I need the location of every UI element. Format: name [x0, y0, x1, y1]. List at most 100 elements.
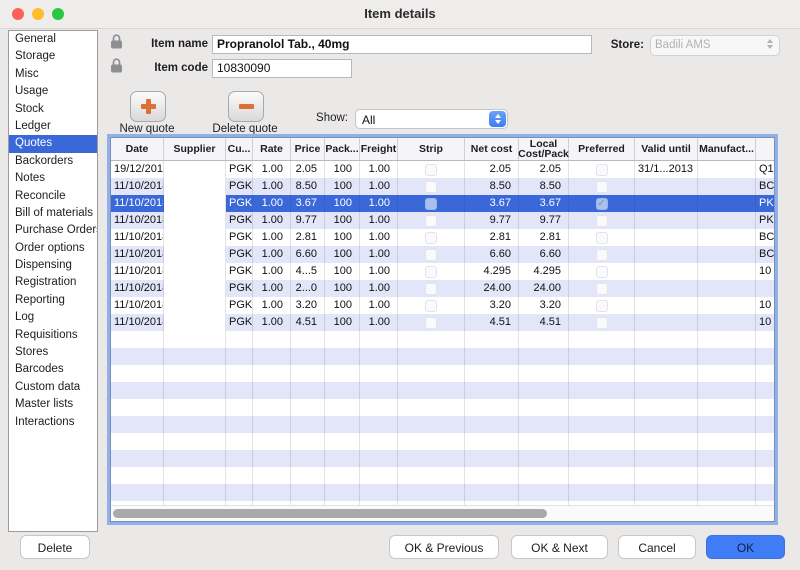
preferred-checkbox[interactable] [596, 215, 608, 227]
sidebar-item-notes[interactable]: Notes [9, 170, 97, 187]
new-quote-button[interactable] [130, 91, 166, 122]
column-header-overflow[interactable] [756, 138, 775, 160]
cell-net_cost: 8.50 [465, 178, 519, 195]
delete-button[interactable]: Delete [20, 535, 90, 559]
cell-currency [226, 382, 253, 399]
sidebar-item-general[interactable]: General [9, 31, 97, 48]
strip-checkbox[interactable] [425, 283, 437, 295]
preferred-checkbox[interactable] [596, 232, 608, 244]
cell-local_cost [519, 365, 569, 382]
delete-quote-button[interactable] [228, 91, 264, 122]
sidebar-item-barcodes[interactable]: Barcodes [9, 361, 97, 378]
cell-overflow: 10 [756, 297, 775, 314]
horizontal-scrollbar-thumb[interactable] [113, 509, 547, 518]
sidebar-item-interactions[interactable]: Interactions [9, 414, 97, 431]
store-select[interactable]: Badili AMS [650, 35, 780, 56]
preferred-checkbox[interactable] [596, 249, 608, 261]
sidebar-item-log[interactable]: Log [9, 309, 97, 326]
quote-row[interactable]: 11/10/2018PGK1.003.201001.003.203.2010 [111, 297, 775, 314]
strip-checkbox[interactable] [425, 164, 437, 176]
column-header-supplier[interactable]: Supplier [164, 138, 226, 160]
sidebar-item-misc[interactable]: Misc [9, 66, 97, 83]
preferred-checkbox[interactable] [596, 266, 608, 278]
item-code-input[interactable]: 10830090 [212, 59, 352, 78]
cell-freight [360, 450, 398, 467]
column-header-pack-[interactable]: Pack... [325, 138, 360, 160]
column-header-strip[interactable]: Strip [398, 138, 465, 160]
column-header-freight[interactable]: Freight [360, 138, 398, 160]
quote-row[interactable]: 11/10/2018PGK1.006.601001.006.606.60BC [111, 246, 775, 263]
preferred-checkbox[interactable] [596, 283, 608, 295]
cell-local_cost [519, 450, 569, 467]
quote-row[interactable]: 11/10/2018PGK1.003.671001.003.673.67✓PK [111, 195, 775, 212]
strip-checkbox[interactable] [425, 215, 437, 227]
column-header-cu-[interactable]: Cu... [226, 138, 253, 160]
preferred-checkbox[interactable] [596, 300, 608, 312]
column-header-local-cost-pack[interactable]: Local Cost/Pack [519, 138, 569, 160]
quote-row[interactable]: 11/10/2018PGK1.008.501001.008.508.50BC [111, 178, 775, 195]
strip-checkbox[interactable] [425, 300, 437, 312]
quote-row[interactable]: 19/12/2013PGK1.002.051001.002.052.0531/1… [111, 161, 775, 178]
sidebar-item-registration[interactable]: Registration [9, 274, 97, 291]
sidebar-item-quotes[interactable]: Quotes [9, 135, 97, 152]
show-dropdown[interactable]: All [355, 109, 508, 129]
horizontal-scrollbar-track[interactable] [111, 505, 774, 521]
strip-checkbox[interactable] [425, 198, 437, 210]
preferred-checkbox[interactable] [596, 317, 608, 329]
column-header-price[interactable]: Price [291, 138, 325, 160]
column-header-date[interactable]: Date [111, 138, 164, 160]
sidebar-item-ledger[interactable]: Ledger [9, 118, 97, 135]
cancel-button[interactable]: Cancel [618, 535, 696, 559]
empty-row [111, 348, 775, 365]
cell-pack: 100 [325, 263, 360, 280]
ok-button[interactable]: OK [706, 535, 785, 559]
sidebar-item-stores[interactable]: Stores [9, 344, 97, 361]
item-name-input[interactable]: Propranolol Tab., 40mg [212, 35, 592, 54]
sidebar-item-reconcile[interactable]: Reconcile [9, 188, 97, 205]
cell-overflow: PK [756, 212, 775, 229]
quote-row[interactable]: 11/10/2018PGK1.002...01001.0024.0024.00 [111, 280, 775, 297]
strip-checkbox[interactable] [425, 181, 437, 193]
sidebar-item-backorders[interactable]: Backorders [9, 153, 97, 170]
sidebar-item-storage[interactable]: Storage [9, 48, 97, 65]
ok-next-button[interactable]: OK & Next [511, 535, 608, 559]
sidebar-item-custom-data[interactable]: Custom data [9, 379, 97, 396]
sidebar-item-reporting[interactable]: Reporting [9, 292, 97, 309]
column-header-manufact-[interactable]: Manufact... [698, 138, 756, 160]
cell-currency: PGK [226, 178, 253, 195]
column-header-valid-until[interactable]: Valid until [635, 138, 698, 160]
preferred-checkbox[interactable]: ✓ [596, 198, 608, 210]
strip-checkbox[interactable] [425, 266, 437, 278]
cell-date [111, 467, 164, 484]
cell-freight [360, 365, 398, 382]
cell-valid_until [635, 280, 698, 297]
empty-row [111, 416, 775, 433]
column-header-preferred[interactable]: Preferred [569, 138, 635, 160]
quote-row[interactable]: 11/10/2018PGK1.004...51001.004.2954.2951… [111, 263, 775, 280]
strip-checkbox[interactable] [425, 317, 437, 329]
cell-date: 19/12/2013 [111, 161, 164, 178]
sidebar-item-master-lists[interactable]: Master lists [9, 396, 97, 413]
column-header-rate[interactable]: Rate [253, 138, 291, 160]
column-header-net-cost[interactable]: Net cost [465, 138, 519, 160]
preferred-checkbox[interactable] [596, 164, 608, 176]
preferred-checkbox[interactable] [596, 181, 608, 193]
strip-checkbox[interactable] [425, 249, 437, 261]
sidebar-item-dispensing[interactable]: Dispensing [9, 257, 97, 274]
cell-freight: 1.00 [360, 195, 398, 212]
sidebar-item-usage[interactable]: Usage [9, 83, 97, 100]
quote-row[interactable]: 11/10/2018PGK1.009.771001.009.779.77PK [111, 212, 775, 229]
sidebar-item-requisitions[interactable]: Requisitions [9, 327, 97, 344]
cell-currency [226, 433, 253, 450]
cell-local_cost: 8.50 [519, 178, 569, 195]
sidebar-item-bill-of-materials[interactable]: Bill of materials [9, 205, 97, 222]
cell-local_cost: 2.81 [519, 229, 569, 246]
sidebar-item-order-options[interactable]: Order options [9, 240, 97, 257]
quote-row[interactable]: 11/10/2018PGK1.002.811001.002.812.81BC [111, 229, 775, 246]
cell-preferred [569, 161, 635, 178]
sidebar-item-stock[interactable]: Stock [9, 101, 97, 118]
quote-row[interactable]: 11/10/2018PGK1.004.511001.004.514.5110 [111, 314, 775, 331]
strip-checkbox[interactable] [425, 232, 437, 244]
sidebar-item-purchase-orders[interactable]: Purchase Orders [9, 222, 97, 239]
ok-previous-button[interactable]: OK & Previous [389, 535, 499, 559]
